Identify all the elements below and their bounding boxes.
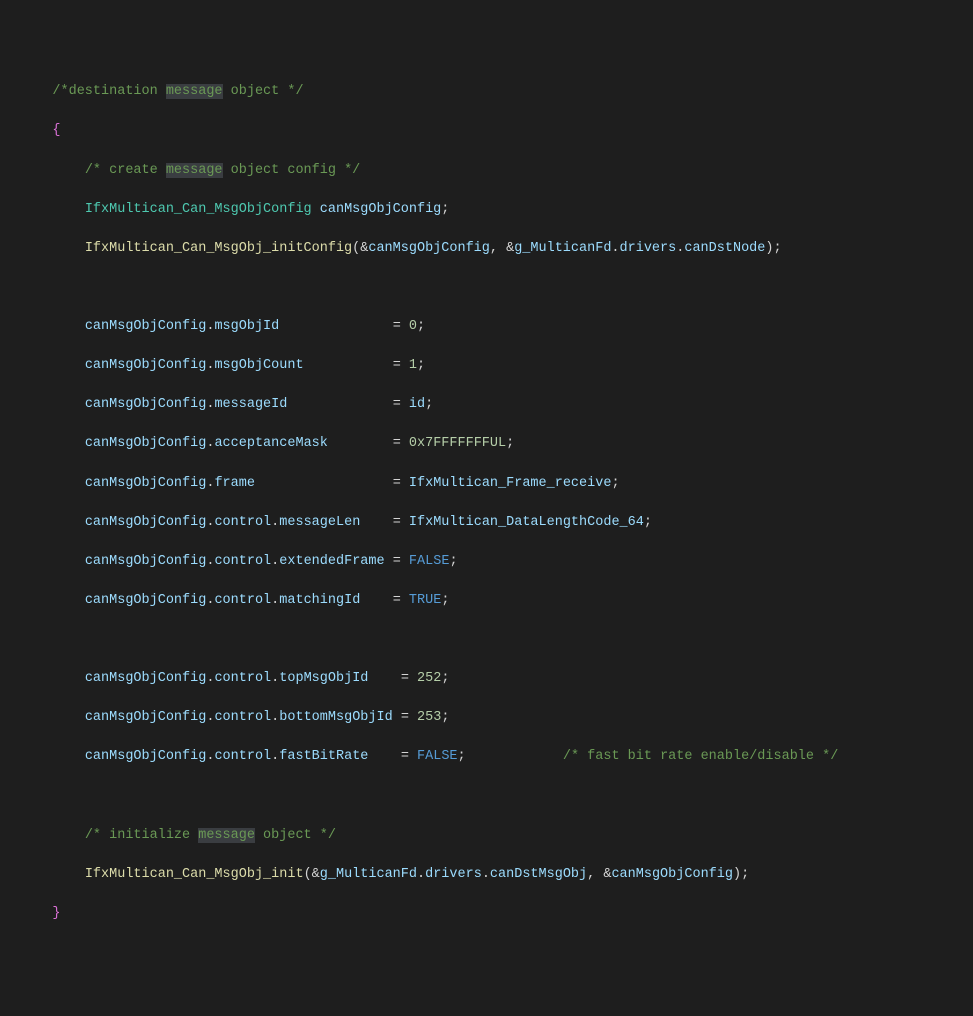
variable: drivers: [425, 867, 482, 882]
code-line[interactable]: [0, 278, 973, 298]
field: acceptanceMask: [214, 436, 327, 451]
variable: canMsgObjConfig: [85, 593, 207, 608]
code-line[interactable]: canMsgObjConfig.control.topMsgObjId = 25…: [0, 669, 973, 689]
brace-close: }: [52, 906, 60, 921]
code-line[interactable]: canMsgObjConfig.control.extendedFrame = …: [0, 552, 973, 572]
number-literal: 253: [417, 710, 441, 725]
variable: canMsgObjConfig: [368, 241, 490, 256]
field: msgObjCount: [214, 358, 303, 373]
variable: canMsgObjConfig: [85, 319, 207, 334]
variable: canMsgObjConfig: [85, 436, 207, 451]
comment: /* create message object config */: [85, 163, 360, 178]
variable: canDstNode: [684, 241, 765, 256]
field: control: [214, 593, 271, 608]
variable: canMsgObjConfig: [320, 202, 442, 217]
field: control: [214, 671, 271, 686]
search-highlight: message: [166, 163, 223, 178]
search-highlight: message: [166, 84, 223, 99]
code-line[interactable]: canMsgObjConfig.messageId = id;: [0, 395, 973, 415]
field: control: [214, 749, 271, 764]
constant: FALSE: [409, 554, 450, 569]
enum-value: IfxMultican_Frame_receive: [409, 476, 612, 491]
constant: TRUE: [409, 593, 441, 608]
code-line[interactable]: canMsgObjConfig.control.matchingId = TRU…: [0, 591, 973, 611]
variable: canMsgObjConfig: [611, 867, 733, 882]
code-line[interactable]: canMsgObjConfig.acceptanceMask = 0x7FFFF…: [0, 434, 973, 454]
field: fastBitRate: [279, 749, 368, 764]
code-line[interactable]: IfxMultican_Can_MsgObjConfig canMsgObjCo…: [0, 200, 973, 220]
field: matchingId: [279, 593, 360, 608]
number-literal: 0x7FFFFFFFUL: [409, 436, 506, 451]
code-line[interactable]: [0, 630, 973, 650]
variable: canMsgObjConfig: [85, 671, 207, 686]
comment: /* initialize message object */: [85, 828, 336, 843]
code-line[interactable]: canMsgObjConfig.msgObjCount = 1;: [0, 356, 973, 376]
field: topMsgObjId: [279, 671, 368, 686]
constant: FALSE: [417, 749, 458, 764]
code-line[interactable]: IfxMultican_Can_MsgObj_initConfig(&canMs…: [0, 239, 973, 259]
number-literal: 0: [409, 319, 417, 334]
code-line[interactable]: }: [0, 904, 973, 924]
comment: /* fast bit rate enable/disable */: [563, 749, 838, 764]
code-line[interactable]: /* initialize message object */: [0, 826, 973, 846]
code-line[interactable]: /*destination message object */: [0, 82, 973, 102]
field: control: [214, 554, 271, 569]
variable: canDstMsgObj: [490, 867, 587, 882]
code-line[interactable]: canMsgObjConfig.control.messageLen = Ifx…: [0, 513, 973, 533]
field: msgObjId: [214, 319, 279, 334]
code-line[interactable]: IfxMultican_Can_MsgObj_init(&g_MulticanF…: [0, 865, 973, 885]
code-line[interactable]: {: [0, 121, 973, 141]
search-highlight: message: [198, 828, 255, 843]
function-call: IfxMultican_Can_MsgObj_init: [85, 867, 304, 882]
code-line[interactable]: canMsgObjConfig.msgObjId = 0;: [0, 317, 973, 337]
comment: /*destination message object */: [52, 84, 303, 99]
code-line[interactable]: canMsgObjConfig.control.bottomMsgObjId =…: [0, 708, 973, 728]
field: extendedFrame: [279, 554, 384, 569]
code-line[interactable]: [0, 787, 973, 807]
type-name: IfxMultican_Can_MsgObjConfig: [85, 202, 312, 217]
field: messageLen: [279, 515, 360, 530]
variable: g_MulticanFd: [320, 867, 417, 882]
field: messageId: [214, 397, 287, 412]
field: bottomMsgObjId: [279, 710, 392, 725]
brace-open: {: [52, 123, 60, 138]
field: control: [214, 710, 271, 725]
field: control: [214, 515, 271, 530]
variable: canMsgObjConfig: [85, 749, 207, 764]
number-literal: 1: [409, 358, 417, 373]
variable: id: [409, 397, 425, 412]
variable: drivers: [620, 241, 677, 256]
code-line[interactable]: canMsgObjConfig.frame = IfxMultican_Fram…: [0, 474, 973, 494]
variable: canMsgObjConfig: [85, 397, 207, 412]
variable: canMsgObjConfig: [85, 554, 207, 569]
function-call: IfxMultican_Can_MsgObj_initConfig: [85, 241, 352, 256]
enum-value: IfxMultican_DataLengthCode_64: [409, 515, 644, 530]
code-line[interactable]: canMsgObjConfig.control.fastBitRate = FA…: [0, 747, 973, 767]
variable: canMsgObjConfig: [85, 515, 207, 530]
variable: canMsgObjConfig: [85, 710, 207, 725]
number-literal: 252: [417, 671, 441, 686]
variable: g_MulticanFd: [514, 241, 611, 256]
variable: canMsgObjConfig: [85, 358, 207, 373]
field: frame: [214, 476, 255, 491]
variable: canMsgObjConfig: [85, 476, 207, 491]
code-line[interactable]: /* create message object config */: [0, 161, 973, 181]
